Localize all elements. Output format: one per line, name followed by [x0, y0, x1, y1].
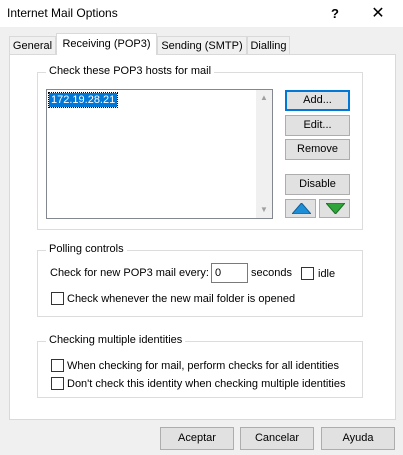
all-identities-checkbox[interactable]: [51, 359, 64, 372]
disable-button[interactable]: Disable: [285, 174, 350, 195]
pop3-hosts-list[interactable]: 172.19.28.21 ▲ ▼: [46, 89, 273, 219]
idle-checkbox[interactable]: [301, 267, 314, 280]
tab-dialling-label: Dialling: [250, 40, 287, 52]
check-every-label: Check for new POP3 mail every:: [50, 267, 209, 279]
help-title-button[interactable]: ?: [318, 0, 352, 27]
title-bar: Internet Mail Options ? ✕: [0, 0, 403, 27]
polling-controls-legend: Polling controls: [46, 243, 127, 255]
tab-general[interactable]: General: [9, 36, 56, 55]
cancel-button[interactable]: Cancelar: [240, 427, 314, 450]
polling-controls-group: Polling controls: [37, 243, 363, 317]
move-down-button[interactable]: [319, 199, 350, 218]
seconds-label: seconds: [251, 267, 292, 279]
tab-sending-label: Sending (SMTP): [161, 40, 243, 52]
all-identities-label[interactable]: When checking for mail, perform checks f…: [67, 360, 339, 372]
tab-dialling[interactable]: Dialling: [247, 36, 290, 55]
list-scrollbar[interactable]: ▲ ▼: [256, 90, 272, 218]
new-folder-checkbox[interactable]: [51, 292, 64, 305]
close-window-button[interactable]: ✕: [361, 0, 395, 27]
tab-sending-smtp[interactable]: Sending (SMTP): [157, 36, 247, 55]
arrow-up-icon: [292, 203, 311, 214]
idle-label[interactable]: idle: [318, 268, 335, 280]
scroll-up-icon[interactable]: ▲: [256, 90, 272, 106]
help-button[interactable]: Ayuda: [321, 427, 395, 450]
check-every-seconds-input[interactable]: 0: [211, 263, 248, 283]
tab-receiving-pop3[interactable]: Receiving (POP3): [56, 33, 157, 55]
tab-general-label: General: [12, 40, 53, 52]
move-up-button[interactable]: [285, 199, 316, 218]
scroll-down-icon[interactable]: ▼: [256, 202, 272, 218]
multiple-identities-legend: Checking multiple identities: [46, 334, 186, 346]
accept-button[interactable]: Aceptar: [160, 427, 234, 450]
edit-button[interactable]: Edit...: [285, 115, 350, 136]
tab-receiving-label: Receiving (POP3): [62, 38, 151, 50]
dont-check-identity-label[interactable]: Don't check this identity when checking …: [67, 378, 345, 390]
pop3-hosts-legend: Check these POP3 hosts for mail: [46, 65, 215, 77]
arrow-down-icon: [326, 203, 345, 214]
new-folder-label[interactable]: Check whenever the new mail folder is op…: [67, 293, 295, 305]
window-title: Internet Mail Options: [7, 6, 118, 20]
dont-check-identity-checkbox[interactable]: [51, 377, 64, 390]
list-item[interactable]: 172.19.28.21: [47, 92, 119, 108]
remove-button[interactable]: Remove: [285, 139, 350, 160]
add-button[interactable]: Add...: [285, 90, 350, 111]
